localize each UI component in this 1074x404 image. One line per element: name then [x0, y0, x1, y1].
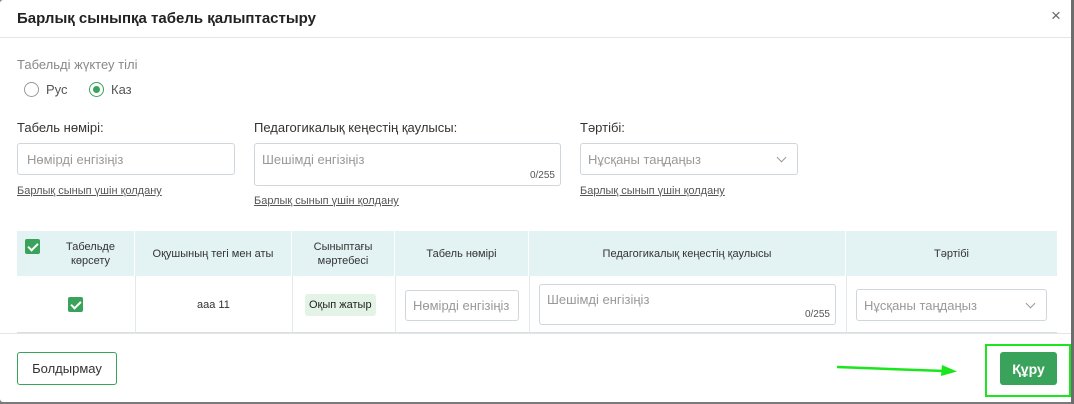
row-order-placeholder: Нұсқаны таңдаңыз — [864, 298, 977, 313]
order-select[interactable]: Нұсқаны таңдаңыз — [580, 143, 798, 175]
arrow-right-icon — [836, 365, 957, 376]
dialog: Барлық сыныпқа табель қалыптастыру × Таб… — [0, 0, 1074, 402]
col-report-number: Табель нөмірі — [395, 231, 529, 276]
chevron-down-icon — [776, 152, 787, 163]
footer-divider — [0, 333, 1074, 334]
column-divider — [846, 276, 847, 333]
cancel-button[interactable]: Болдырмау — [17, 352, 117, 385]
council-textarea[interactable]: Шешімді енгізіңіз 0/255 — [254, 143, 561, 186]
chevron-down-icon — [1025, 298, 1036, 309]
order-label: Тәртібі: — [580, 120, 625, 135]
council-counter: 0/255 — [529, 170, 555, 181]
create-button[interactable]: Құру — [1000, 352, 1057, 385]
student-name: ааа 11 — [197, 299, 230, 311]
row-council-textarea[interactable]: Шешімді енгізіңіз 0/255 — [539, 284, 836, 325]
col-class-status: Сыныптағы мәртебесі — [292, 231, 395, 276]
table-header: Табельде көрсету Оқушының тегі мен аты С… — [17, 231, 1057, 276]
row-number-input[interactable] — [405, 290, 519, 321]
council-placeholder: Шешімді енгізіңіз — [262, 152, 365, 167]
status-badge: Оқып жатыр — [305, 294, 376, 316]
column-divider — [529, 276, 530, 333]
row-show-checkbox[interactable] — [68, 297, 83, 312]
row-council-placeholder: Шешімді енгізіңіз — [547, 292, 650, 307]
row-order-select[interactable]: Нұсқаны таңдаңыз — [856, 289, 1047, 321]
column-divider — [395, 276, 396, 333]
col-student-name: Оқушының тегі мен аты — [135, 231, 292, 276]
radio-kaz[interactable]: Каз — [89, 80, 132, 98]
radio-label-kaz: Каз — [111, 81, 132, 97]
close-icon[interactable]: × — [1048, 7, 1064, 25]
select-all-checkbox[interactable] — [25, 239, 40, 254]
dialog-header: Барлық сыныпқа табель қалыптастыру × — [0, 0, 1074, 38]
radio-checked-icon — [89, 81, 104, 97]
row-council-counter: 0/255 — [804, 309, 830, 320]
col-order: Тәртібі — [934, 247, 969, 260]
dialog-title: Барлық сыныпқа табель қалыптастыру — [17, 10, 316, 27]
apply-all-council-link[interactable]: Барлық сынып үшін қолдану — [254, 195, 399, 207]
column-divider — [135, 276, 136, 333]
students-table: Табельде көрсету Оқушының тегі мен аты С… — [17, 231, 1057, 333]
radio-rus[interactable]: Рус — [24, 80, 68, 98]
council-label: Педагогикалық кеңестің қаулысы: — [254, 120, 458, 135]
column-divider — [292, 276, 293, 333]
language-label: Табельді жүктеу тілі — [17, 57, 138, 72]
order-placeholder: Нұсқаны таңдаңыз — [588, 152, 701, 167]
apply-all-number-link[interactable]: Барлық сынып үшін қолдану — [17, 185, 162, 197]
number-input[interactable] — [17, 143, 235, 175]
radio-label-rus: Рус — [46, 81, 68, 97]
radio-circle-icon — [24, 81, 39, 97]
apply-all-order-link[interactable]: Барлық сынып үшін қолдану — [580, 185, 725, 197]
col-show-in-report: Табельде көрсету — [47, 231, 135, 276]
number-label: Табель нөмірі: — [17, 120, 104, 135]
col-council-decision: Педагогикалық кеңестің қаулысы — [529, 231, 846, 276]
